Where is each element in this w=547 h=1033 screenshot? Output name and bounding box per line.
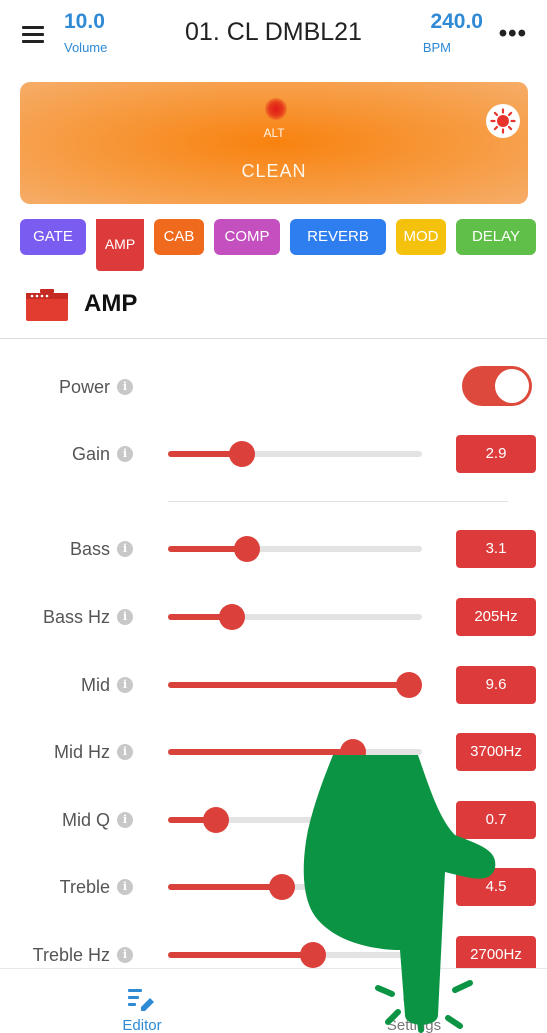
slider-fill [168,749,354,755]
info-icon[interactable]: i [117,609,133,625]
bass-hz-slider[interactable] [168,604,422,630]
mid-hz-slider[interactable] [168,739,422,765]
treble-hz-label: Treble Hz [32,945,110,965]
slider-fill [168,884,283,890]
slider-thumb[interactable] [228,441,255,467]
info-icon[interactable]: i [117,744,133,760]
tab-amp[interactable]: AMP [96,219,144,271]
bass-hz-label: Bass Hz [42,607,110,627]
slider-fill [168,682,410,688]
info-icon[interactable]: i [117,879,133,895]
section-title: AMP [84,290,138,317]
slider-thumb[interactable] [233,536,260,562]
amplifier-icon [26,289,68,321]
treble-slider[interactable] [168,874,422,900]
bass-slider[interactable] [168,536,422,562]
info-icon[interactable]: i [117,446,133,462]
mid-hz-label: Mid Hz [53,742,110,762]
tab-comp[interactable]: COMP [214,219,280,255]
info-icon[interactable]: i [117,677,133,693]
slider-thumb[interactable] [218,604,245,630]
slider-fill [168,952,313,958]
treble-value[interactable]: 4.5 [456,868,536,906]
bottom-nav: Editor Settings [0,968,547,1033]
treble-hz-slider[interactable] [168,942,422,968]
mid-value[interactable]: 9.6 [456,666,536,704]
slider-thumb[interactable] [269,874,296,900]
more-horizontal-icon[interactable]: ••• [499,22,527,46]
power-toggle[interactable] [462,366,532,406]
tab-delay[interactable]: DELAY [456,219,536,255]
mid-q-value[interactable]: 0.7 [456,801,536,839]
slider-thumb[interactable] [203,807,230,833]
bass-hz-value[interactable]: 205Hz [456,598,536,636]
gain-slider[interactable] [168,441,422,467]
mid-q-slider[interactable] [168,807,422,833]
bass-label: Bass [69,539,110,559]
tab-reverb[interactable]: REVERB [290,219,386,255]
slider-thumb[interactable] [396,672,423,698]
slider-thumb[interactable] [340,739,367,765]
mode-label: CLEAN [241,161,307,181]
bass-value[interactable]: 3.1 [456,530,536,568]
nav-editor-tab[interactable]: Editor [92,969,192,1033]
mid-label: Mid [80,675,110,695]
gear-icon [403,988,425,1010]
tab-cab[interactable]: CAB [154,219,204,255]
mid-q-label: Mid Q [61,810,110,830]
nav-editor-label: Editor [122,1017,162,1033]
group-separator [168,501,508,502]
info-icon[interactable]: i [117,812,133,828]
gain-value[interactable]: 2.9 [456,435,536,473]
toggle-knob [495,369,529,403]
info-icon[interactable]: i [117,379,133,395]
nav-settings-tab[interactable]: Settings [364,969,464,1033]
slider-thumb[interactable] [299,942,326,968]
editor-icon [128,989,154,1011]
bpm-label: BPM [422,40,451,55]
power-label: Power [58,377,110,397]
section-divider [0,338,547,339]
nav-settings-label: Settings [386,1017,442,1033]
info-icon[interactable]: i [117,541,133,557]
alt-label: ALT [263,126,285,140]
treble-label: Treble [59,877,110,897]
bpm-value[interactable]: 240.0 [430,10,483,34]
tab-gate[interactable]: GATE [20,219,86,255]
info-icon[interactable]: i [117,947,133,963]
tab-mod[interactable]: MOD [396,219,446,255]
preset-banner[interactable]: ALT CLEAN [20,82,528,204]
mid-hz-value[interactable]: 3700Hz [456,733,536,771]
mid-slider[interactable] [168,672,423,698]
red-dot-icon [265,98,287,120]
sun-icon[interactable] [486,104,520,138]
gain-label: Gain [71,444,110,464]
